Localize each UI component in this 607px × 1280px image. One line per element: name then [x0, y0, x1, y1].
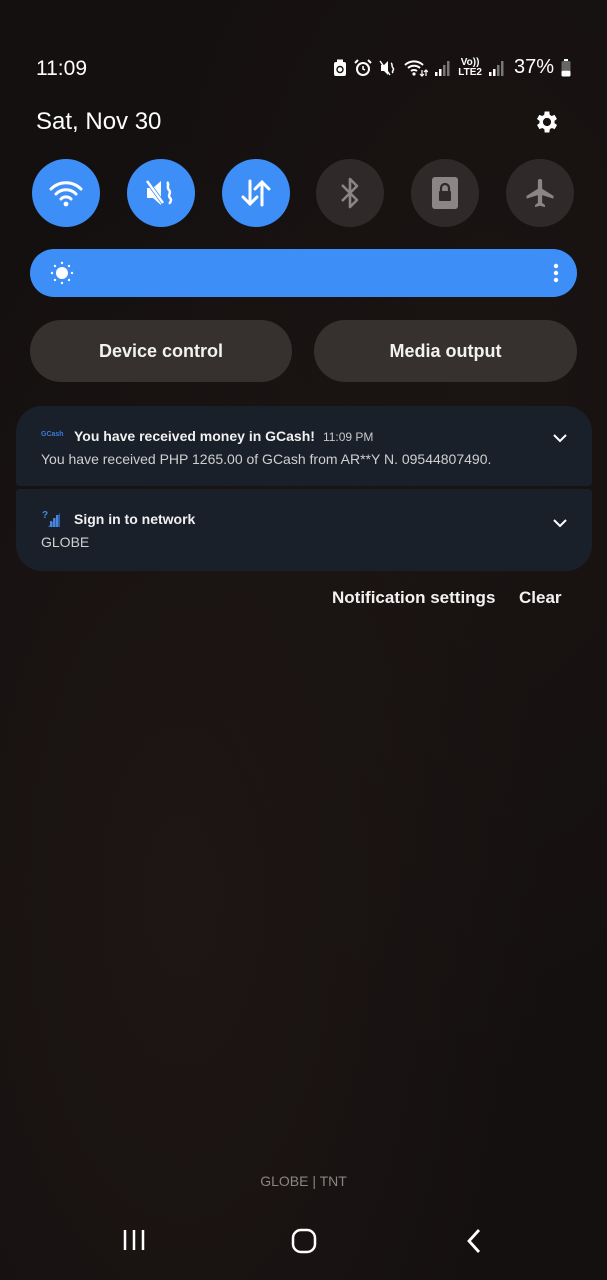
- settings-button[interactable]: [533, 108, 561, 136]
- network-question-icon: ?: [42, 510, 60, 527]
- lock-icon: [432, 177, 459, 209]
- bluetooth-icon: [341, 177, 359, 209]
- data-arrows-icon: [241, 179, 271, 207]
- date-label: Sat, Nov 30: [36, 108, 162, 135]
- alarm-icon: [354, 58, 372, 76]
- gcash-app-icon: GCash: [41, 431, 64, 438]
- toggle-secure-folder[interactable]: [411, 159, 480, 227]
- more-vertical-icon[interactable]: [553, 263, 559, 283]
- mute-icon: [145, 179, 173, 205]
- battery-saver-icon: [334, 59, 347, 76]
- toggle-bluetooth[interactable]: [316, 159, 385, 227]
- mute-icon: [379, 60, 395, 75]
- wifi-icon: [49, 181, 83, 207]
- notification-body: You have received PHP 1265.00 of GCash f…: [41, 451, 492, 467]
- notification-body: GLOBE: [41, 534, 90, 550]
- signal-icon: [488, 60, 504, 76]
- status-clock: 11:09: [36, 57, 87, 80]
- quick-toggles: [32, 159, 574, 227]
- notification-gcash[interactable]: GCash You have received money in GCash! 1…: [16, 406, 592, 486]
- signal-icon: [435, 60, 450, 76]
- back-icon[interactable]: [465, 1228, 483, 1254]
- notification-title: Sign in to network: [74, 511, 196, 527]
- airplane-icon: [526, 178, 554, 208]
- notification-title: You have received money in GCash! 11:09 P…: [74, 428, 373, 444]
- volte-label: Vo)): [460, 56, 480, 68]
- notification-sign-in-network[interactable]: ? Sign in to network GLOBE: [16, 489, 592, 571]
- lte2-label: LTE2: [458, 66, 482, 78]
- wifi-data-icon: [404, 59, 429, 77]
- toggle-wifi[interactable]: [32, 159, 100, 227]
- home-icon[interactable]: [291, 1228, 317, 1254]
- toggle-mute[interactable]: [126, 159, 195, 227]
- volte-lte2-icon: Vo)) LTE2: [458, 56, 482, 78]
- clear-notifications-button[interactable]: Clear: [519, 588, 562, 608]
- status-icons: Vo)) LTE2 37%: [333, 56, 571, 79]
- chevron-down-icon[interactable]: [552, 433, 568, 443]
- brightness-slider[interactable]: [30, 249, 577, 297]
- media-output-button[interactable]: Media output: [314, 320, 577, 382]
- svg-text:?: ?: [42, 510, 48, 521]
- chevron-down-icon[interactable]: [552, 518, 568, 528]
- carrier-label: GLOBE | TNT: [260, 1173, 347, 1189]
- notification-settings-link[interactable]: Notification settings: [332, 588, 495, 608]
- device-control-button[interactable]: Device control: [30, 320, 292, 382]
- notification-title-text: You have received money in GCash!: [74, 428, 315, 444]
- toggle-mobile-data[interactable]: [221, 159, 290, 227]
- sun-icon: [50, 261, 74, 285]
- battery-percent: 37%: [513, 56, 554, 78]
- gear-icon: [536, 111, 558, 133]
- toggle-airplane-mode[interactable]: [505, 159, 574, 227]
- recent-apps-icon[interactable]: [122, 1228, 146, 1252]
- battery-icon: [561, 58, 571, 76]
- notification-time: 11:09 PM: [322, 430, 374, 444]
